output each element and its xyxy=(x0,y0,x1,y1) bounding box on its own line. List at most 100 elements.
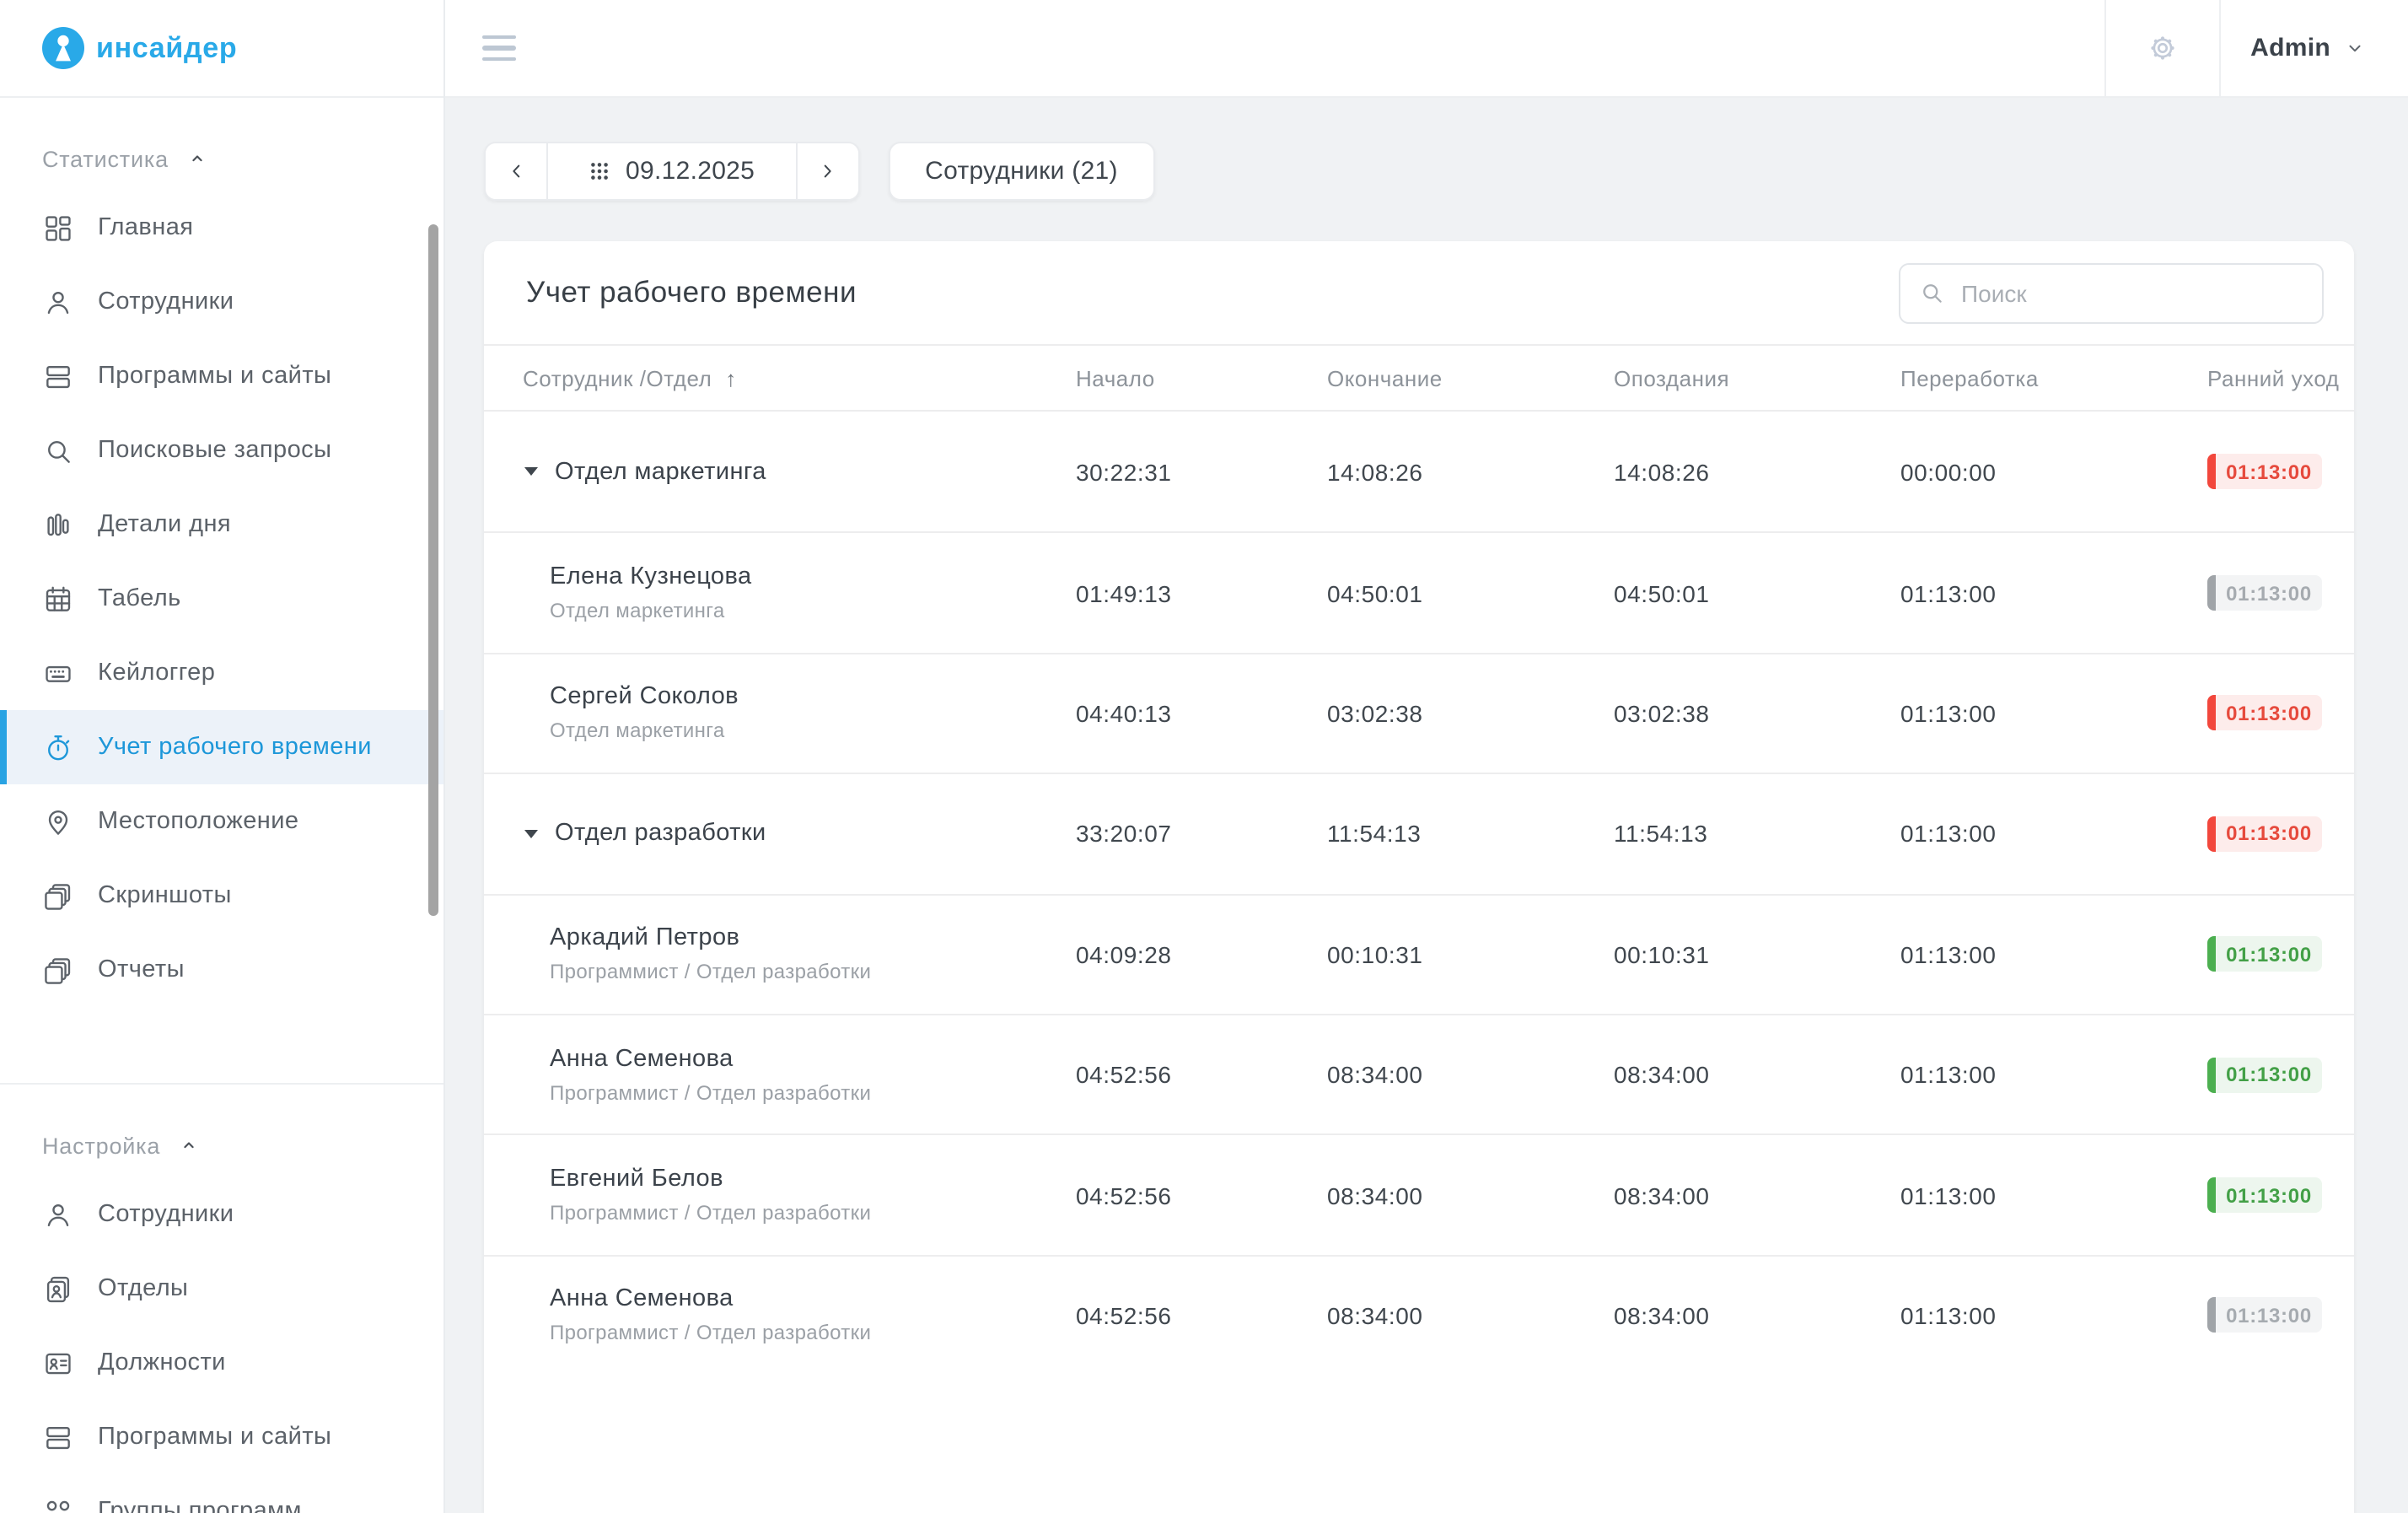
cell-end: 08:34:00 xyxy=(1327,1182,1614,1209)
collapse-triangle-icon[interactable] xyxy=(524,830,538,838)
row-name: Анна Семенова xyxy=(550,1286,871,1313)
cell-late: 08:34:00 xyxy=(1614,1182,1900,1209)
sidebar-section-title: Настройка xyxy=(42,1133,160,1158)
sidebar-item-poiskovye-zaprosy[interactable]: Поисковые запросы xyxy=(0,413,443,487)
brand-name: инсайдер xyxy=(96,31,237,65)
badge-bar xyxy=(2207,816,2216,852)
sidebar-item-otchety[interactable]: Отчеты xyxy=(0,933,443,1007)
cell-late: 04:50:01 xyxy=(1614,579,1900,606)
cell-late: 14:08:26 xyxy=(1614,458,1900,485)
sidebar-item-programmy-i-sayty-nastroyka[interactable]: Программы и сайты xyxy=(0,1400,443,1474)
settings-button[interactable] xyxy=(2104,0,2220,96)
sidebar-item-otdely[interactable]: Отделы xyxy=(0,1252,443,1326)
employee-row[interactable]: Анна Семенова Программист / Отдел разраб… xyxy=(484,1254,2354,1375)
calendar-icon xyxy=(42,583,74,615)
screen: инсайдер Статистика Главная Сотрудники П… xyxy=(0,0,2408,1513)
cell-overtime: 01:13:00 xyxy=(1900,1302,2207,1329)
sidebar-section-header[interactable]: Статистика xyxy=(42,142,401,175)
col-employee-department[interactable]: Сотрудник /Отдел ↑ xyxy=(484,365,1076,390)
badge-bar xyxy=(2207,696,2216,731)
col-end[interactable]: Окончание xyxy=(1327,365,1614,390)
cell-early-leave: 01:13:00 xyxy=(2207,1057,2322,1092)
dashboard-icon xyxy=(42,212,74,244)
cell-start: 04:40:13 xyxy=(1076,700,1327,727)
sidebar-item-mestopolozhenie[interactable]: Местоположение xyxy=(0,784,443,859)
row-subtitle: Программист / Отдел разработки xyxy=(550,1201,871,1225)
col-late[interactable]: Опоздания xyxy=(1614,365,1900,390)
col-start[interactable]: Начало xyxy=(1076,365,1327,390)
sidebar-item-programmy-i-sayty[interactable]: Программы и сайты xyxy=(0,339,443,413)
sidebar-section-header[interactable]: Настройка xyxy=(42,1128,401,1162)
cell-early-leave: 01:13:00 xyxy=(2207,575,2322,611)
rows-icon xyxy=(42,1421,74,1453)
sidebar-item-sotrudniki[interactable]: Сотрудники xyxy=(0,265,443,339)
hamburger-menu-icon[interactable] xyxy=(482,35,516,62)
gear-icon xyxy=(2146,32,2178,64)
logo[interactable]: инсайдер xyxy=(0,0,443,98)
user-name: Admin xyxy=(2250,34,2330,62)
early-leave-badge: 01:13:00 xyxy=(2207,1177,2322,1213)
cell-late: 08:34:00 xyxy=(1614,1061,1900,1088)
col-early-leave[interactable]: Ранний уход xyxy=(2207,365,2322,390)
col-overtime[interactable]: Переработка xyxy=(1900,365,2207,390)
department-row[interactable]: Отдел маркетинга 30:22:31 14:08:26 14:08… xyxy=(484,412,2354,532)
sidebar-item-tabel[interactable]: Табель xyxy=(0,562,443,636)
stopwatch-icon xyxy=(42,731,74,763)
cell-overtime: 01:13:00 xyxy=(1900,579,2207,606)
cell-overtime: 00:00:00 xyxy=(1900,458,2207,485)
row-subtitle: Программист / Отдел разработки xyxy=(550,1322,871,1345)
cell-overtime: 01:13:00 xyxy=(1900,700,2207,727)
badge-value: 01:13:00 xyxy=(2207,822,2322,846)
employee-row[interactable]: Евгений Белов Программист / Отдел разраб… xyxy=(484,1134,2354,1255)
date-picker-button[interactable]: 09.12.2025 xyxy=(546,143,797,199)
cell-start: 33:20:07 xyxy=(1076,821,1327,848)
cell-overtime: 01:13:00 xyxy=(1900,1182,2207,1209)
badge-value: 01:13:00 xyxy=(2207,1063,2322,1086)
circles-icon xyxy=(42,1495,74,1513)
cell-late: 08:34:00 xyxy=(1614,1302,1900,1329)
badge-value: 01:13:00 xyxy=(2207,1183,2322,1207)
cell-name: Отдел разработки xyxy=(484,774,1076,893)
cell-start: 30:22:31 xyxy=(1076,458,1327,485)
time-tracking-panel: Учет рабочего времени Сотрудник /Отдел ↑… xyxy=(484,241,2354,1513)
sidebar-item-uchet-rabochego-vremeni[interactable]: Учет рабочего времени xyxy=(0,710,443,784)
prev-day-button[interactable] xyxy=(486,143,546,199)
sidebar-item-sotrudniki-nastroyka[interactable]: Сотрудники xyxy=(0,1177,443,1252)
sidebar-item-detali-dnya[interactable]: Детали дня xyxy=(0,487,443,562)
layers-icon xyxy=(42,954,74,986)
sidebar-nav: Статистика Главная Сотрудники Программы … xyxy=(0,142,443,1513)
cell-early-leave: 01:13:00 xyxy=(2207,1298,2322,1333)
early-leave-badge: 01:13:00 xyxy=(2207,937,2322,972)
date-segmented-control: 09.12.2025 xyxy=(484,142,859,201)
sidebar-item-glavnaya[interactable]: Главная xyxy=(0,191,443,265)
search-input[interactable] xyxy=(1899,262,2324,323)
badge-bar xyxy=(2207,1057,2216,1092)
badge-bar xyxy=(2207,937,2216,972)
sidebar-item-gruppy-programm[interactable]: Группы программ xyxy=(0,1474,443,1513)
cell-start: 04:52:56 xyxy=(1076,1302,1327,1329)
cell-end: 00:10:31 xyxy=(1327,941,1614,968)
employee-row[interactable]: Сергей Соколов Отдел маркетинга 04:40:13… xyxy=(484,653,2354,773)
user-menu[interactable]: Admin xyxy=(2220,0,2408,96)
employee-row[interactable]: Анна Семенова Программист / Отдел разраб… xyxy=(484,1014,2354,1134)
cell-early-leave: 01:13:00 xyxy=(2207,816,2322,852)
cell-name: Аркадий Петров Программист / Отдел разра… xyxy=(484,895,1076,1014)
cell-start: 04:09:28 xyxy=(1076,941,1327,968)
sidebar-item-keylogger[interactable]: Кейлоггер xyxy=(0,636,443,710)
cell-end: 03:02:38 xyxy=(1327,700,1614,727)
sidebar-item-dolzhnosti[interactable]: Должности xyxy=(0,1326,443,1400)
cell-end: 04:50:01 xyxy=(1327,579,1614,606)
row-subtitle: Программист / Отдел разработки xyxy=(550,1080,871,1104)
employee-row[interactable]: Елена Кузнецова Отдел маркетинга 01:49:1… xyxy=(484,532,2354,653)
next-day-button[interactable] xyxy=(797,143,857,199)
employees-count-button[interactable]: Сотрудники (21) xyxy=(888,142,1155,201)
sidebar: инсайдер Статистика Главная Сотрудники П… xyxy=(0,0,445,1513)
collapse-triangle-icon[interactable] xyxy=(524,467,538,476)
department-row[interactable]: Отдел разработки 33:20:07 11:54:13 11:54… xyxy=(484,773,2354,893)
sidebar-item-skrinshoty[interactable]: Скриншоты xyxy=(0,859,443,933)
sidebar-scrollbar-thumb[interactable] xyxy=(428,224,438,916)
cell-end: 08:34:00 xyxy=(1327,1302,1614,1329)
cell-start: 01:49:13 xyxy=(1076,579,1327,606)
employee-row[interactable]: Аркадий Петров Программист / Отдел разра… xyxy=(484,893,2354,1014)
cell-name: Сергей Соколов Отдел маркетинга xyxy=(484,654,1076,773)
